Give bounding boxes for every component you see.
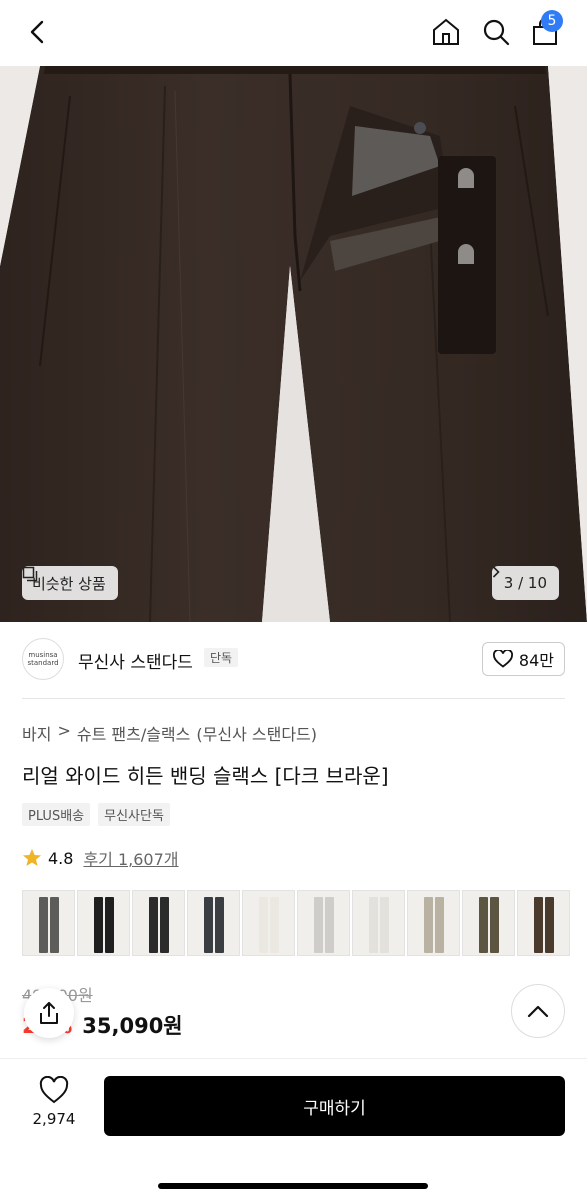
swatch-leg-right xyxy=(160,897,169,953)
swatch-leg-right xyxy=(270,897,279,953)
similar-products-button[interactable]: 비슷한 상품 xyxy=(22,566,118,600)
breadcrumb-separator: > xyxy=(57,721,71,740)
star-icon xyxy=(23,849,41,866)
color-swatch[interactable] xyxy=(462,890,515,956)
wishlist-button[interactable]: 2,974 xyxy=(24,1076,84,1128)
share-icon xyxy=(40,1002,58,1024)
swatch-leg-right xyxy=(105,897,114,953)
color-swatch-strip xyxy=(22,890,587,958)
swatch-leg-left xyxy=(39,897,48,953)
search-button[interactable] xyxy=(476,12,516,52)
home-indicator xyxy=(158,1183,428,1189)
similar-items-icon xyxy=(22,566,38,582)
swatch-leg-right xyxy=(435,897,444,953)
swatch-leg-right xyxy=(215,897,224,953)
product-tags: PLUS배송 무신사단독 xyxy=(22,803,170,826)
brand-like-button[interactable]: 84만 xyxy=(481,642,565,676)
chevron-up-icon xyxy=(527,1005,549,1018)
swatch-leg-right xyxy=(380,897,389,953)
color-swatch[interactable] xyxy=(77,890,130,956)
swatch-leg-left xyxy=(149,897,158,953)
brand-row: musinsa standard 무신사 스탠다드 단독 84만 xyxy=(0,632,587,688)
rating-score: 4.8 xyxy=(48,848,74,868)
bottom-bar-divider xyxy=(0,1058,587,1059)
wishlist-count: 2,974 xyxy=(32,1110,76,1128)
heart-icon xyxy=(492,650,513,668)
color-swatch[interactable] xyxy=(132,890,185,956)
color-swatch[interactable] xyxy=(407,890,460,956)
swatch-leg-right xyxy=(325,897,334,953)
product-image-carousel[interactable]: 비슷한 상품 3 / 10 xyxy=(0,66,587,622)
swatch-leg-left xyxy=(259,897,268,953)
swatch-leg-left xyxy=(424,897,433,953)
sale-price: 35,090원 xyxy=(82,1014,183,1038)
tag-exclusive: 무신사단독 xyxy=(98,803,170,826)
breadcrumb: 바지 > 슈트 팬츠/슬랙스 (무신사 스탠다드) xyxy=(22,721,317,745)
brand-logo-line1: musinsa xyxy=(28,650,58,659)
swatch-leg-right xyxy=(545,897,554,953)
color-swatch[interactable] xyxy=(352,890,405,956)
similar-products-label: 비슷한 상품 xyxy=(32,574,106,593)
section-divider xyxy=(22,698,565,699)
brand-logo[interactable]: musinsa standard xyxy=(22,638,64,680)
color-swatch[interactable] xyxy=(297,890,350,956)
swatch-leg-right xyxy=(490,897,499,953)
product-title: 리얼 와이드 히든 밴딩 슬랙스 [다크 브라운] xyxy=(22,764,389,788)
swatch-leg-left xyxy=(369,897,378,953)
home-button[interactable] xyxy=(426,12,466,52)
swatch-leg-left xyxy=(204,897,213,953)
chevron-left-icon xyxy=(30,20,44,44)
page-counter-text: 3 / 10 xyxy=(503,574,547,592)
brand-exclusive-badge: 단독 xyxy=(204,648,239,667)
color-swatch[interactable] xyxy=(22,890,75,956)
breadcrumb-brand[interactable]: (무신사 스탠다드) xyxy=(196,721,317,745)
swatch-leg-left xyxy=(479,897,488,953)
chevron-right-icon xyxy=(492,566,500,578)
buy-button[interactable]: 구매하기 xyxy=(104,1076,565,1136)
color-swatch[interactable] xyxy=(242,890,295,956)
color-swatch[interactable] xyxy=(517,890,570,956)
rating-row: 4.8 후기 1,607개 xyxy=(22,846,179,870)
share-button[interactable] xyxy=(24,988,74,1038)
swatch-leg-right xyxy=(50,897,59,953)
home-icon xyxy=(433,18,459,45)
cart-count-badge: 5 xyxy=(541,10,563,32)
tag-plus-delivery: PLUS배송 xyxy=(22,803,91,826)
swatch-leg-left xyxy=(314,897,323,953)
cart-button[interactable]: 5 xyxy=(525,10,565,52)
heart-icon xyxy=(39,1076,69,1104)
color-swatch[interactable] xyxy=(187,890,240,956)
reviews-link[interactable]: 후기 1,607개 xyxy=(83,846,178,870)
brand-like-count: 84만 xyxy=(518,651,554,670)
brand-logo-line2: standard xyxy=(27,659,59,667)
top-bar: 5 xyxy=(0,0,587,66)
product-photo xyxy=(0,66,587,622)
breadcrumb-category[interactable]: 바지 xyxy=(22,721,51,745)
swatch-leg-left xyxy=(94,897,103,953)
brand-name[interactable]: 무신사 스탠다드 xyxy=(78,648,193,673)
swatch-leg-left xyxy=(534,897,543,953)
breadcrumb-subcategory[interactable]: 슈트 팬츠/슬랙스 xyxy=(77,721,191,745)
scroll-top-button[interactable] xyxy=(511,984,565,1038)
image-page-counter[interactable]: 3 / 10 xyxy=(491,566,559,600)
search-icon xyxy=(483,19,510,46)
back-button[interactable] xyxy=(18,12,58,52)
